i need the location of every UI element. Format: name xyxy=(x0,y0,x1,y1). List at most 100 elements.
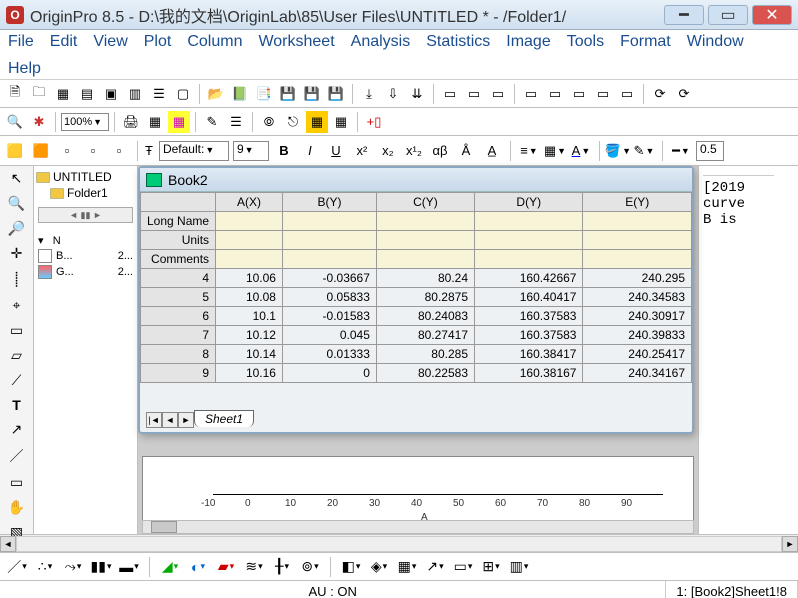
col-header-c[interactable]: C(Y) xyxy=(376,193,474,212)
box-plot-icon[interactable]: ⊞▾ xyxy=(480,557,502,577)
menu-column[interactable]: Column xyxy=(187,33,242,51)
new-excel-icon[interactable]: ▥ xyxy=(124,83,146,105)
menu-statistics[interactable]: Statistics xyxy=(426,33,490,51)
bold-button[interactable]: B xyxy=(273,140,295,162)
import-multi-icon[interactable]: ⇊ xyxy=(406,83,428,105)
cell[interactable]: 240.34583 xyxy=(583,288,692,307)
line-tool-icon[interactable]: ／ xyxy=(6,446,28,466)
theme2-icon[interactable]: 🟧 xyxy=(30,140,52,162)
font-select[interactable]: Default:▼ xyxy=(159,141,229,161)
import-wizard-icon[interactable]: ⤓ xyxy=(358,83,380,105)
menu-analysis[interactable]: Analysis xyxy=(351,33,411,51)
add-col-icon[interactable]: +▯ xyxy=(363,111,385,133)
minimize-button[interactable]: ━ xyxy=(664,5,704,25)
open-icon[interactable]: 📂 xyxy=(205,83,227,105)
italic-button[interactable]: I xyxy=(299,140,321,162)
new-folder-icon[interactable]: 🗀 xyxy=(28,83,50,105)
layout-icon5[interactable]: ▭ xyxy=(616,83,638,105)
layout-icon4[interactable]: ▭ xyxy=(592,83,614,105)
cell[interactable]: -0.03667 xyxy=(282,269,376,288)
col-header-a[interactable]: A(X) xyxy=(216,193,283,212)
open-excel-icon[interactable]: 📗 xyxy=(229,83,251,105)
window-list-header[interactable]: ▾ N xyxy=(36,233,135,248)
cell[interactable]: 160.38167 xyxy=(475,364,583,383)
pie-plot-icon[interactable]: ◐▾ xyxy=(187,557,209,577)
cell[interactable]: 0.01333 xyxy=(282,345,376,364)
scatter-plot-icon[interactable]: ∴▾ xyxy=(34,557,56,577)
comments-row[interactable]: Comments xyxy=(141,250,692,269)
sheet-nav-first[interactable]: |◄ xyxy=(146,412,162,428)
data-row[interactable]: 410.06-0.0366780.24160.42667240.295 xyxy=(141,269,692,288)
contour-plot-icon[interactable]: ◈▾ xyxy=(368,557,390,577)
menu-file[interactable]: File xyxy=(8,33,34,51)
save-icon[interactable]: 💾 xyxy=(277,83,299,105)
menu-help[interactable]: Help xyxy=(8,60,41,78)
zoom-icon[interactable]: 🔍 xyxy=(6,195,28,212)
row-num[interactable]: 7 xyxy=(141,326,216,345)
grid-icon[interactable]: ▦ xyxy=(330,111,352,133)
theme5-icon[interactable]: ▫ xyxy=(108,140,130,162)
close-button[interactable]: ✕ xyxy=(752,5,792,25)
cursor-icon[interactable]: ⌖ xyxy=(6,297,28,314)
reader-icon[interactable]: ✛ xyxy=(6,245,28,262)
cell[interactable]: 160.42667 xyxy=(475,269,583,288)
corner-cell[interactable] xyxy=(141,193,216,212)
layout-icon[interactable]: ▭ xyxy=(520,83,542,105)
row-num[interactable]: 9 xyxy=(141,364,216,383)
table-icon[interactable]: ▦ xyxy=(306,111,328,133)
draw-icon[interactable]: ⟋ xyxy=(6,372,28,389)
fill-color-icon[interactable]: 🪣▼ xyxy=(607,140,629,162)
workspace-hscroll[interactable] xyxy=(142,520,694,534)
cell[interactable]: 240.34167 xyxy=(583,364,692,383)
cell[interactable]: 10.16 xyxy=(216,364,283,383)
scroll-right[interactable]: ► xyxy=(782,536,798,552)
row-num[interactable]: 6 xyxy=(141,307,216,326)
refresh-icon[interactable]: ⟳ xyxy=(649,83,671,105)
line-scatter-icon[interactable]: ⤳▾ xyxy=(62,557,84,577)
3d-plot-icon[interactable]: ◧▾ xyxy=(340,557,362,577)
cell[interactable]: 0.045 xyxy=(282,326,376,345)
menu-image[interactable]: Image xyxy=(506,33,550,51)
cell[interactable]: 80.285 xyxy=(376,345,474,364)
data-row[interactable]: 810.140.0133380.285160.38417240.25417 xyxy=(141,345,692,364)
layout-icon2[interactable]: ▭ xyxy=(544,83,566,105)
long-name-row[interactable]: Long Name xyxy=(141,212,692,231)
duplicate-icon[interactable]: ▦ xyxy=(168,111,190,133)
save-as-icon[interactable]: 💾 xyxy=(301,83,323,105)
window-item-graph[interactable]: G... 2... xyxy=(36,264,135,280)
project-folder[interactable]: Folder1 xyxy=(36,185,135,201)
graph-window[interactable]: -10 0 10 20 30 40 50 60 70 80 90 A xyxy=(142,456,694,526)
menu-plot[interactable]: Plot xyxy=(144,33,172,51)
col-header-d[interactable]: D(Y) xyxy=(475,193,583,212)
vector-plot-icon[interactable]: ↗▾ xyxy=(424,557,446,577)
cell[interactable]: 80.2875 xyxy=(376,288,474,307)
line-plot-icon[interactable]: ／▾ xyxy=(6,557,28,577)
project-root[interactable]: UNTITLED xyxy=(36,169,135,185)
new-layout-icon[interactable]: ▢ xyxy=(172,83,194,105)
subscript-icon[interactable]: x₂ xyxy=(377,140,399,162)
scroll-track[interactable] xyxy=(16,536,782,552)
plot-icon2[interactable]: ▭ xyxy=(463,83,485,105)
list-icon[interactable]: ☰ xyxy=(225,111,247,133)
cell[interactable]: 240.25417 xyxy=(583,345,692,364)
sheet-tab[interactable]: Sheet1 xyxy=(194,410,254,427)
pointer-icon[interactable]: ↖ xyxy=(6,170,28,187)
menu-format[interactable]: Format xyxy=(620,33,671,51)
bottom-scrollbar[interactable]: ◄ ► xyxy=(0,534,798,552)
window-item-book[interactable]: B... 2... xyxy=(36,248,135,264)
explorer-scrollbar[interactable]: ◄ ▮▮ ► xyxy=(38,207,133,223)
cell[interactable]: 80.27417 xyxy=(376,326,474,345)
maximize-button[interactable]: ▭ xyxy=(708,5,748,25)
menu-tools[interactable]: Tools xyxy=(567,33,604,51)
text-tool-icon[interactable]: T xyxy=(6,397,28,413)
column-plot-icon[interactable]: ▮▮▾ xyxy=(90,557,112,577)
cell[interactable]: 240.295 xyxy=(583,269,692,288)
save-project-icon[interactable]: 💾 xyxy=(325,83,347,105)
data-row[interactable]: 610.1-0.0158380.24083160.37583240.30917 xyxy=(141,307,692,326)
stock-plot-icon[interactable]: ╂▾ xyxy=(271,557,293,577)
mask-icon[interactable]: ▱ xyxy=(6,347,28,364)
theme1-icon[interactable]: 🟨 xyxy=(4,140,26,162)
units-row[interactable]: Units xyxy=(141,231,692,250)
results-log[interactable]: [2019 curve B is xyxy=(698,166,778,534)
plot-icon3[interactable]: ▭ xyxy=(487,83,509,105)
